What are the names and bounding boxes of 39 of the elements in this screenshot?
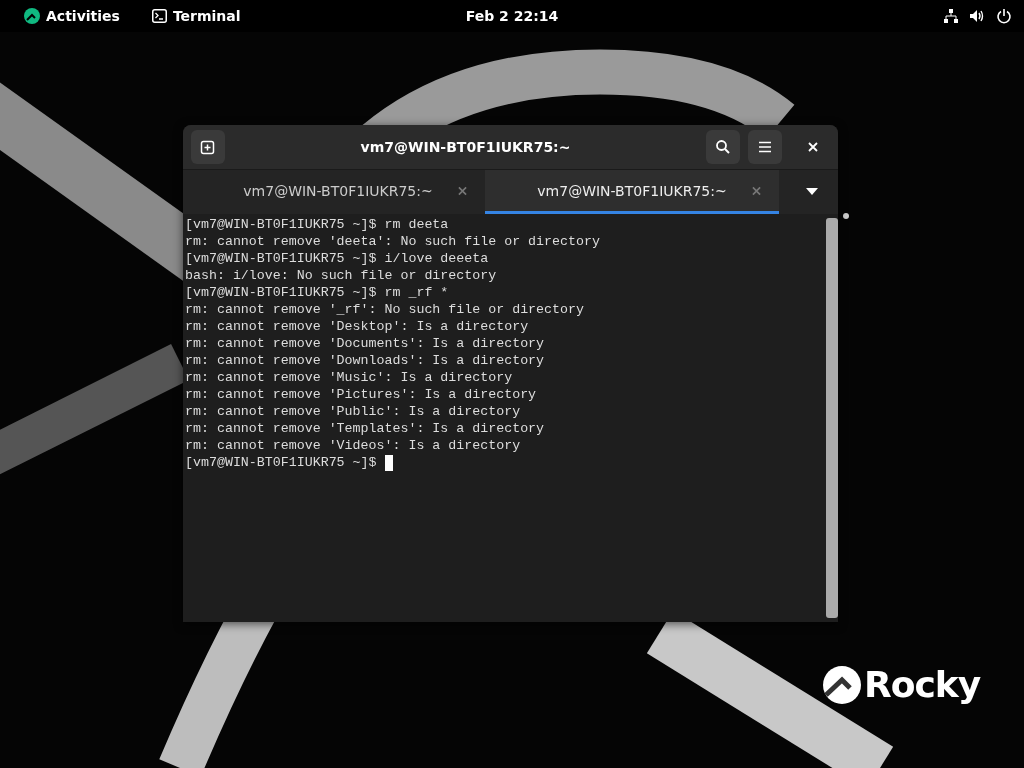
network-icon[interactable] [943, 8, 959, 24]
terminal-line: rm: cannot remove 'Videos': Is a directory [185, 437, 521, 454]
terminal-line: rm: cannot remove 'Documents': Is a directory [185, 335, 545, 352]
terminal-line: rm: cannot remove '_rf': No such file or directory [185, 301, 584, 318]
new-tab-button[interactable] [191, 130, 225, 164]
close-icon [808, 142, 818, 152]
terminal-line: [vm7@WIN-BT0F1IUKR75 ~]$ [185, 454, 377, 471]
logo-icon [822, 664, 862, 705]
close-icon [752, 186, 761, 195]
wallpaper-logo-text: Rocky [864, 664, 981, 705]
terminal-tab[interactable]: vm7@WIN-BT0F1IUKR75:~ [485, 170, 779, 214]
menu-icon [758, 141, 772, 153]
activities-button[interactable]: Activities [16, 0, 128, 32]
terminal-line: rm: cannot remove 'Pictures': Is a directory [185, 386, 537, 403]
volume-icon[interactable] [969, 8, 986, 24]
terminal-tab[interactable]: vm7@WIN-BT0F1IUKR75:~ [191, 170, 485, 214]
new-tab-icon [200, 139, 216, 155]
window-title: vm7@WIN-BT0F1IUKR75:~ [359, 139, 572, 155]
scrollbar-thumb[interactable] [826, 218, 838, 618]
terminal-line: rm: cannot remove 'Music': Is a directory [185, 369, 513, 386]
terminal-line: rm: cannot remove 'deeta': No such file or directory [185, 233, 600, 250]
terminal-line: rm: cannot remove 'Desktop': Is a directory [185, 318, 529, 335]
terminal-line: rm: cannot remove 'Templates': Is a directory [185, 420, 545, 437]
terminal-line: [vm7@WIN-BT0F1IUKR75 ~]$ rm _rf * [185, 284, 449, 301]
terminal-line: [vm7@WIN-BT0F1IUKR75 ~]$ rm deeta [185, 216, 449, 233]
close-icon [458, 186, 467, 195]
power-icon[interactable] [996, 8, 1012, 24]
terminal-line: bash: i/love: No such file or directory [185, 267, 497, 284]
caret-icon [806, 188, 818, 196]
clock[interactable]: Feb 2 22:14 [465, 8, 559, 24]
logo-icon [24, 8, 40, 24]
terminal-line: rm: cannot remove 'Public': Is a directory [185, 403, 521, 420]
terminal-icon [151, 9, 167, 23]
search-icon [715, 139, 731, 155]
terminal-line: rm: cannot remove 'Downloads': Is a directory [185, 352, 545, 369]
menu-button[interactable] [748, 130, 782, 164]
app-menu-button[interactable]: Terminal [143, 0, 249, 32]
search-button[interactable] [706, 130, 740, 164]
terminal-line: [vm7@WIN-BT0F1IUKR75 ~]$ i/love deeeta [185, 250, 489, 267]
